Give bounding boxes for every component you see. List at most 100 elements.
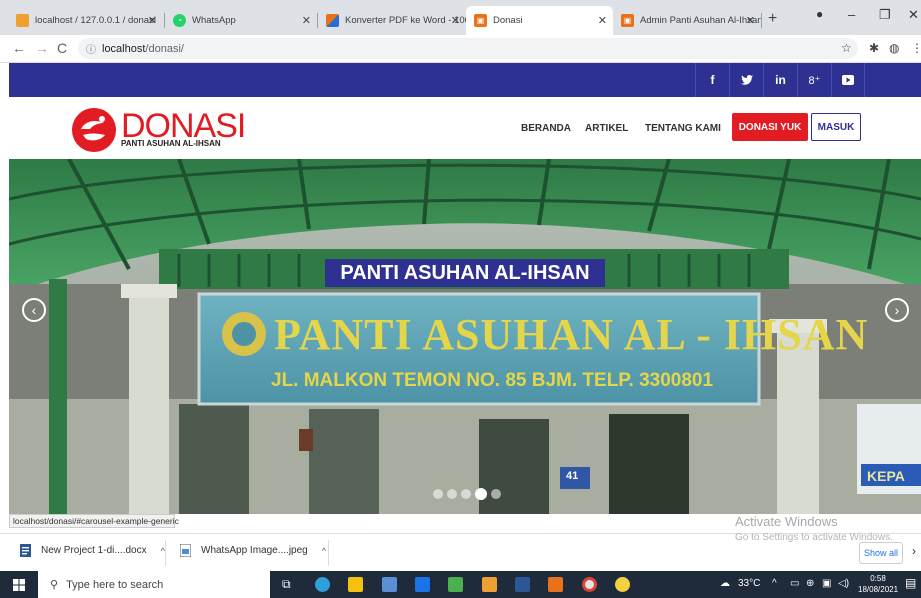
donasi-logo-icon[interactable] bbox=[71, 107, 117, 153]
tab-phpmyadmin[interactable]: localhost / 127.0.0.1 / donasi ✕ bbox=[8, 6, 163, 35]
extensions-icon[interactable]: ✱ bbox=[869, 41, 879, 55]
googleplus-icon[interactable]: 8⁺ bbox=[797, 63, 831, 97]
close-icon[interactable]: ✕ bbox=[302, 14, 311, 27]
tab-title: localhost / 127.0.0.1 / donasi bbox=[35, 15, 156, 26]
word-file-icon bbox=[20, 544, 31, 557]
tab-title: Admin Panti Asuhan Al-Ihsan bbox=[640, 15, 761, 26]
store-icon[interactable] bbox=[382, 577, 397, 592]
linkedin-icon[interactable]: in bbox=[763, 63, 797, 97]
carousel-indicator-active[interactable] bbox=[475, 488, 487, 500]
clock-time: 0:58 bbox=[870, 574, 886, 583]
avatar[interactable]: ◍ bbox=[889, 41, 899, 55]
admin-favicon: ▣ bbox=[621, 14, 634, 27]
carousel-indicators bbox=[433, 488, 501, 500]
tab-converter[interactable]: Konverter PDF ke Word - 100 ✕ bbox=[318, 6, 466, 35]
twitter-icon[interactable] bbox=[729, 63, 763, 97]
tab-divider bbox=[761, 13, 762, 28]
activate-windows-subtitle: Go to Settings to activate Windows. bbox=[735, 532, 893, 543]
clock-date: 18/08/2021 bbox=[858, 585, 899, 594]
task-view-icon[interactable]: ⧉ bbox=[282, 577, 297, 592]
nav-artikel[interactable]: ARTIKEL bbox=[585, 123, 628, 134]
taskbar-search-input[interactable]: ⚲ Type here to search bbox=[38, 571, 270, 598]
status-url: localhost/donasi/#carousel-example-gener… bbox=[9, 514, 179, 528]
close-icon[interactable]: ✕ bbox=[598, 14, 607, 27]
nav-beranda[interactable]: BERANDA bbox=[521, 123, 571, 134]
windows-icon bbox=[13, 578, 25, 591]
new-tab-button[interactable]: + bbox=[768, 10, 777, 28]
edge-icon[interactable] bbox=[315, 577, 330, 592]
donasi-favicon: ▣ bbox=[474, 14, 487, 27]
close-window-button[interactable]: ✕ bbox=[908, 7, 919, 23]
display-icon[interactable]: ▣ bbox=[822, 578, 831, 589]
download-item[interactable]: WhatsApp Image....jpeg ^ bbox=[180, 544, 326, 557]
download-filename: WhatsApp Image....jpeg bbox=[201, 545, 308, 556]
site-navbar: DONASI PANTI ASUHAN AL-IHSAN BERANDA ART… bbox=[9, 97, 921, 159]
file-explorer-icon[interactable] bbox=[348, 577, 363, 592]
side-banner-text: KEPA bbox=[867, 468, 905, 484]
battery-icon[interactable]: ▭ bbox=[790, 578, 799, 589]
mail-icon[interactable] bbox=[415, 577, 430, 592]
notification-icon[interactable]: ▤ bbox=[905, 576, 916, 590]
download-divider bbox=[165, 540, 166, 566]
carousel-indicator[interactable] bbox=[491, 489, 501, 499]
chrome-icon[interactable] bbox=[582, 577, 597, 592]
tab-admin[interactable]: ▣ Admin Panti Asuhan Al-Ihsan ✕ bbox=[613, 6, 761, 35]
carousel-prev-button[interactable]: ‹ bbox=[22, 298, 46, 322]
profile-icon[interactable]: ● bbox=[816, 7, 823, 21]
site-top-strip: f in 8⁺ bbox=[9, 63, 921, 97]
notepad-icon[interactable] bbox=[448, 577, 463, 592]
whatsapp-icon: ◔ bbox=[173, 14, 186, 27]
restore-button[interactable]: ❐ bbox=[879, 7, 891, 23]
chevron-left-icon: ‹ bbox=[31, 302, 37, 318]
info-icon[interactable]: ⓘ bbox=[86, 41, 96, 56]
reload-icon[interactable]: C bbox=[57, 40, 67, 56]
sublime-icon[interactable] bbox=[482, 577, 497, 592]
close-icon[interactable]: ✕ bbox=[148, 14, 157, 27]
chevron-up-icon[interactable]: ^ bbox=[322, 546, 326, 556]
nav-tentang-kami[interactable]: TENTANG KAMI bbox=[645, 123, 721, 134]
facebook-icon[interactable]: f bbox=[695, 63, 729, 97]
masuk-button[interactable]: MASUK bbox=[811, 113, 861, 141]
forward-icon[interactable]: → bbox=[35, 40, 49, 56]
youtube-icon[interactable] bbox=[831, 63, 865, 97]
search-placeholder: Type here to search bbox=[66, 578, 164, 591]
browser-tab-bar: localhost / 127.0.0.1 / donasi ✕ ◔ Whats… bbox=[0, 0, 921, 35]
weather-icon[interactable]: ☁ bbox=[720, 578, 730, 589]
volume-icon[interactable]: ◁) bbox=[838, 578, 849, 589]
close-icon[interactable]: ✕ bbox=[451, 14, 460, 27]
bookmark-star-icon[interactable]: ☆ bbox=[841, 41, 852, 55]
search-icon: ⚲ bbox=[50, 579, 59, 591]
brand-subtitle: PANTI ASUHAN AL-IHSAN bbox=[121, 139, 221, 148]
download-item[interactable]: New Project 1-di....docx ^ bbox=[20, 544, 165, 557]
carousel-caption: PANTI ASUHAN AL-IHSAN bbox=[325, 259, 605, 287]
converter-icon bbox=[326, 14, 339, 27]
emoji-app-icon[interactable] bbox=[615, 577, 630, 592]
carousel-next-button[interactable]: › bbox=[885, 298, 909, 322]
close-downloads-icon[interactable]: › bbox=[912, 544, 916, 558]
browser-menu-icon[interactable]: ⋮ bbox=[911, 41, 921, 55]
close-icon[interactable]: ✕ bbox=[746, 14, 755, 27]
minimize-button[interactable]: – bbox=[848, 7, 855, 22]
chevron-right-icon: › bbox=[894, 302, 900, 318]
taskbar-clock[interactable]: 0:58 18/08/2021 bbox=[858, 573, 898, 595]
carousel-indicator[interactable] bbox=[447, 489, 457, 499]
tab-whatsapp[interactable]: ◔ WhatsApp ✕ bbox=[165, 6, 317, 35]
show-all-button[interactable]: Show all bbox=[859, 542, 903, 564]
url-path: /donasi/ bbox=[145, 42, 184, 55]
tab-donasi[interactable]: ▣ Donasi ✕ bbox=[466, 6, 613, 35]
weather-temp[interactable]: 33°C bbox=[738, 578, 760, 589]
carousel-indicator[interactable] bbox=[433, 489, 443, 499]
back-icon[interactable]: ← bbox=[12, 40, 26, 56]
carousel-indicator[interactable] bbox=[461, 489, 471, 499]
word-icon[interactable] bbox=[515, 577, 530, 592]
start-button[interactable] bbox=[0, 571, 38, 598]
windows-taskbar: ⚲ Type here to search ⧉ ☁ 33°C ^ ▭ ⊕ ▣ ◁… bbox=[0, 571, 921, 598]
xampp-icon[interactable] bbox=[548, 577, 563, 592]
house-number: 41 bbox=[566, 470, 579, 482]
network-icon[interactable]: ⊕ bbox=[806, 578, 814, 589]
image-file-icon bbox=[180, 544, 191, 557]
url-input[interactable]: ⓘ localhost/donasi/ bbox=[78, 38, 858, 59]
hero-carousel: PANTI ASUHAN AL - IHSAN JL. MALKON TEMON… bbox=[9, 159, 921, 514]
tray-chevron-up-icon[interactable]: ^ bbox=[772, 578, 777, 589]
donasi-yuk-button[interactable]: DONASI YUK bbox=[732, 113, 808, 141]
